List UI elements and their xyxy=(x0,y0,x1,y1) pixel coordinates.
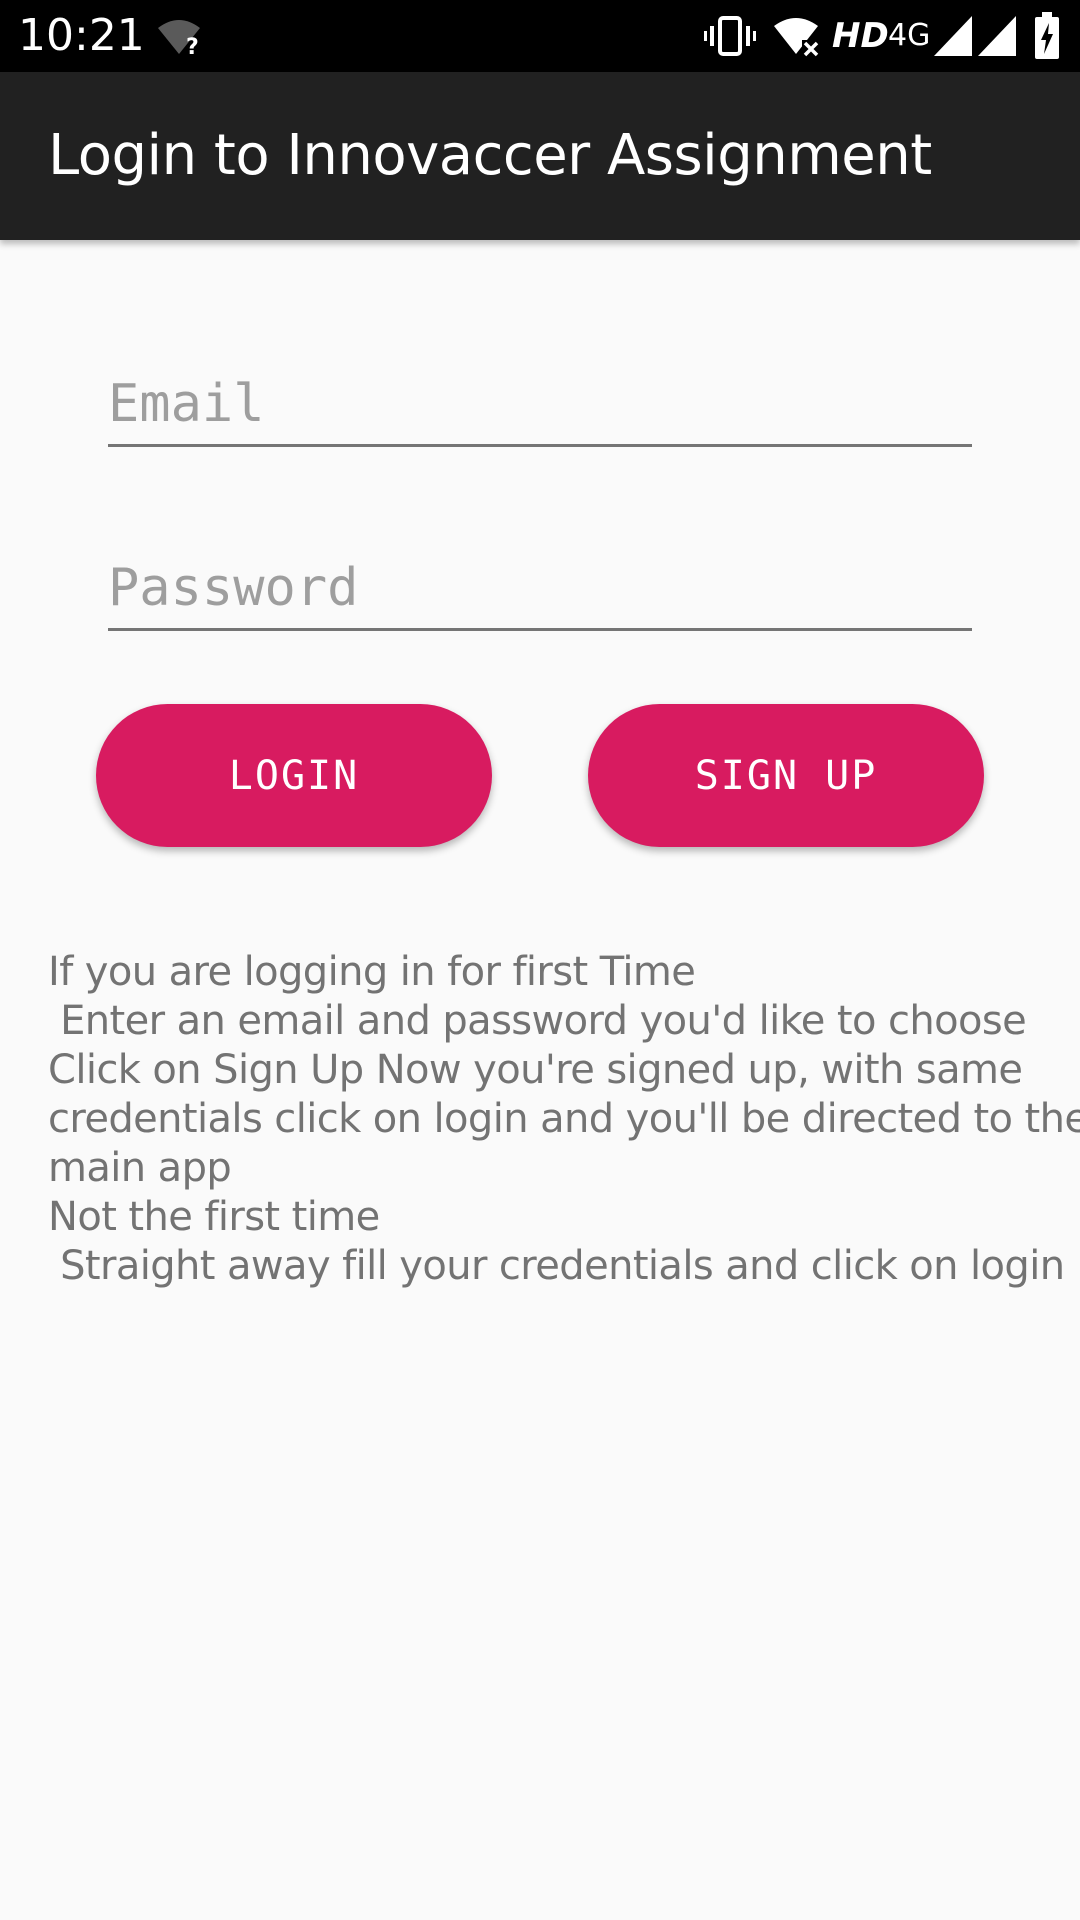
instruction-line: credentials click on login and you'll be… xyxy=(48,1096,1080,1142)
sign-up-button-label: SIGN UP xyxy=(694,752,878,799)
signal-icon xyxy=(934,16,972,56)
login-button-label: LOGIN xyxy=(228,752,360,799)
wifi-unknown-icon: ? xyxy=(158,20,200,56)
svg-text:?: ? xyxy=(186,35,199,56)
sign-up-button[interactable]: SIGN UP xyxy=(588,704,984,847)
instruction-line: Enter an email and password you'd like t… xyxy=(48,998,1027,1044)
password-field-container xyxy=(108,548,972,631)
wifi-x-icon xyxy=(774,18,820,58)
email-field-container xyxy=(108,364,972,447)
password-field[interactable] xyxy=(108,548,972,628)
status-time: 10:21 xyxy=(18,10,145,61)
battery-charging-icon xyxy=(1035,12,1059,59)
signal-icon xyxy=(978,16,1016,56)
instruction-line: Click on Sign Up Now you're signed up, w… xyxy=(48,1047,1023,1093)
email-field[interactable] xyxy=(108,364,972,444)
instruction-line: Straight away fill your credentials and … xyxy=(48,1243,1065,1289)
instruction-line: If you are logging in for first Time xyxy=(48,949,696,995)
app-bar: Login to Innovaccer Assignment xyxy=(0,72,1080,240)
instructions-text: If you are logging in for first Time Ent… xyxy=(48,948,1080,1291)
instruction-line: main app xyxy=(48,1145,232,1191)
network-type: 4G xyxy=(888,18,931,53)
vibrate-icon xyxy=(704,16,756,56)
page-title: Login to Innovaccer Assignment xyxy=(48,123,932,188)
status-bar: 10:21 ? HD 4G xyxy=(0,0,1080,72)
hd-indicator: HD xyxy=(832,16,889,56)
login-button[interactable]: LOGIN xyxy=(96,704,492,847)
instruction-line: Not the first time xyxy=(48,1194,380,1240)
